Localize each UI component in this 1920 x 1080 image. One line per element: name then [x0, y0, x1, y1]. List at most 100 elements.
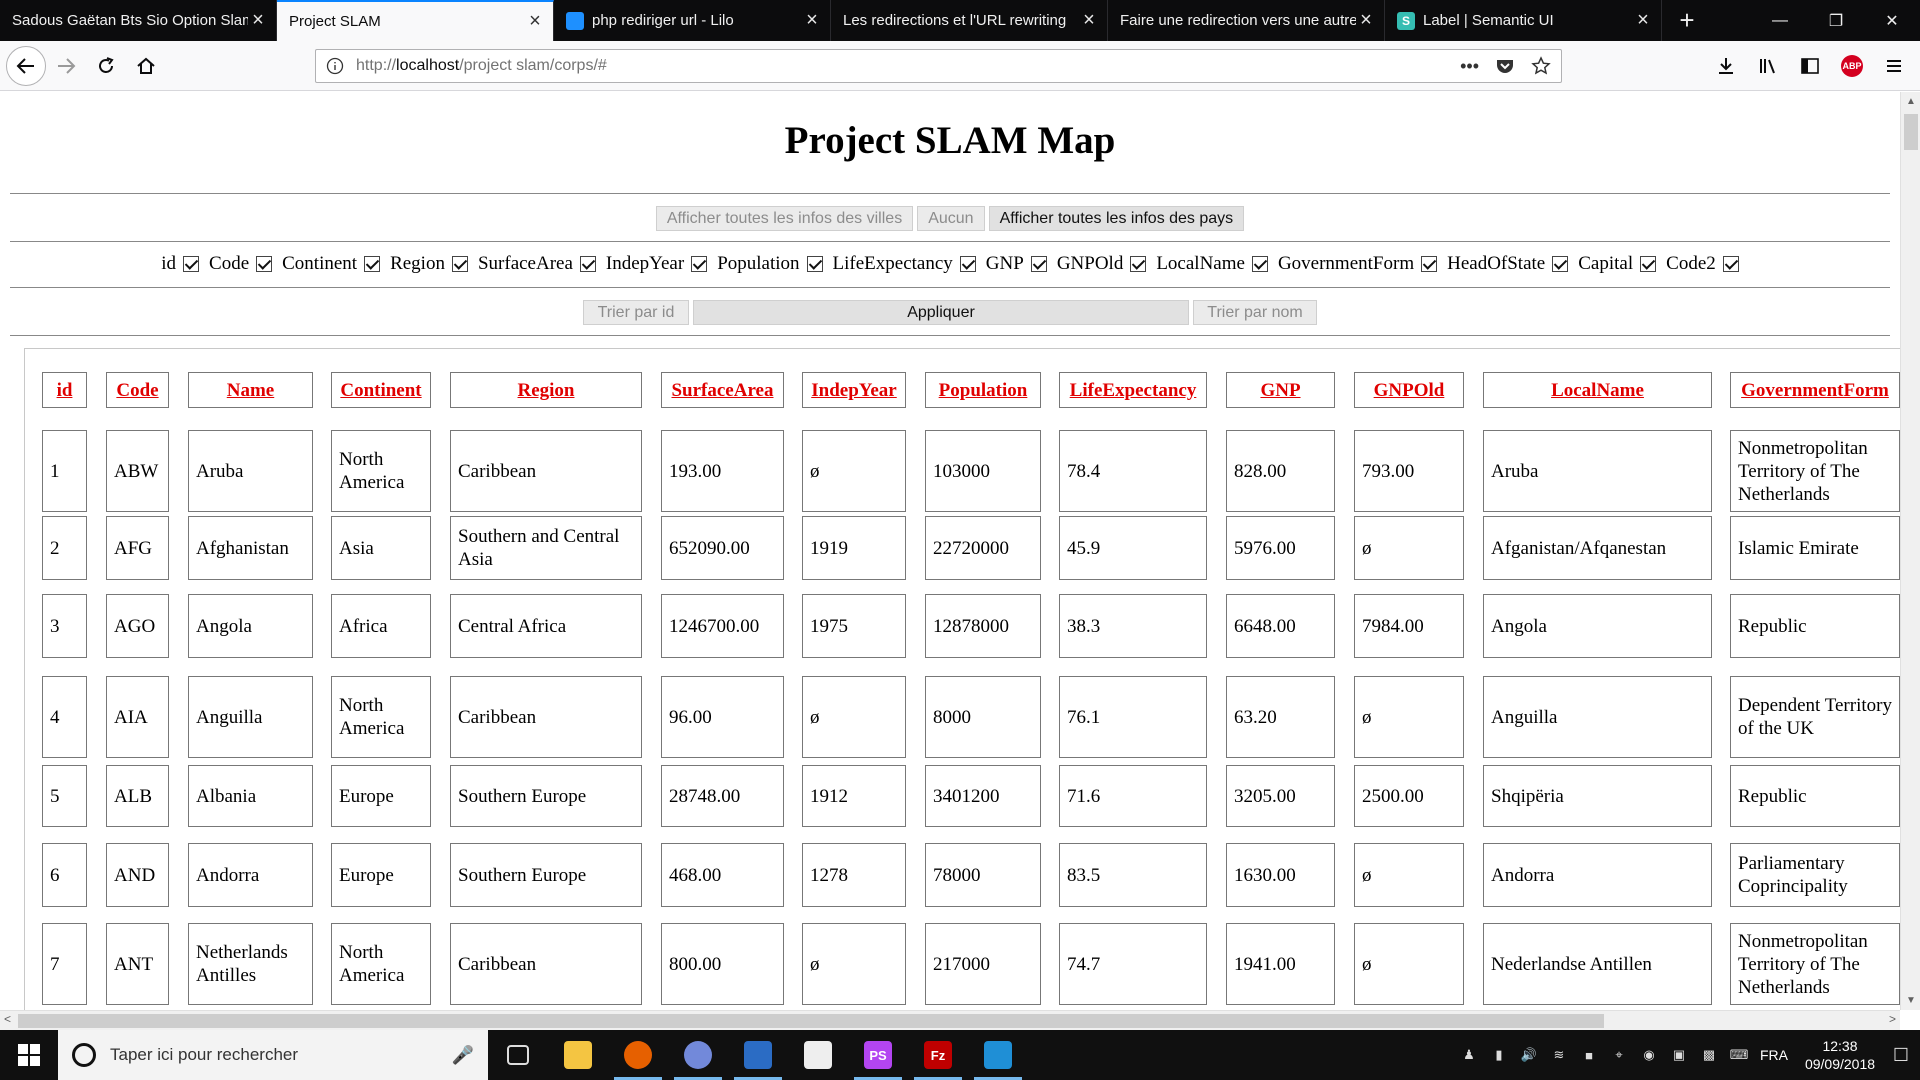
show-cities-button[interactable]: Afficher toutes les infos des villes [655, 206, 914, 231]
browser-tab[interactable]: Faire une redirection vers une autre × [1108, 0, 1385, 41]
adblock-button[interactable]: ABP [1836, 46, 1868, 86]
column-header-link[interactable]: GovernmentForm [1730, 372, 1900, 408]
taskbar-app[interactable] [968, 1030, 1028, 1080]
checkbox[interactable] [806, 256, 823, 272]
column-toggle[interactable]: Region [390, 253, 468, 275]
column-toggle[interactable]: Continent [282, 253, 381, 275]
checkbox[interactable] [959, 256, 976, 272]
bookmark-star-icon[interactable] [1531, 55, 1551, 76]
volume-icon[interactable]: 🔊 [1520, 1046, 1538, 1064]
nvidia-icon[interactable]: ▩ [1700, 1046, 1718, 1064]
taskbar-app[interactable] [668, 1030, 728, 1080]
menu-button[interactable] [1878, 46, 1910, 86]
column-toggle[interactable]: id [161, 253, 200, 275]
column-toggle[interactable]: Capital [1578, 253, 1657, 275]
downloads-button[interactable] [1710, 46, 1742, 86]
browser-tab[interactable]: Project SLAM × [277, 0, 554, 41]
checkbox[interactable] [1640, 256, 1657, 272]
checkbox[interactable] [691, 256, 708, 272]
horizontal-scroll-thumb[interactable] [18, 1014, 1604, 1028]
column-header-link[interactable]: LocalName [1483, 372, 1712, 408]
checkbox[interactable] [1421, 256, 1438, 272]
show-countries-button[interactable]: Afficher toutes les infos des pays [988, 206, 1245, 231]
taskbar-app[interactable]: Fz [908, 1030, 968, 1080]
checkbox[interactable] [1722, 256, 1739, 272]
microphone-icon[interactable]: 🎤 [452, 1045, 474, 1066]
sidebar-button[interactable] [1794, 46, 1826, 86]
tab-close-icon[interactable]: × [1356, 9, 1376, 32]
column-toggle[interactable]: GNP [986, 253, 1047, 275]
tab-close-icon[interactable]: × [1079, 9, 1099, 32]
none-button[interactable]: Aucun [917, 206, 985, 231]
scroll-up-icon[interactable]: ▲ [1901, 96, 1920, 107]
battery-icon[interactable]: ▮ [1490, 1046, 1508, 1064]
taskbar-app[interactable] [728, 1030, 788, 1080]
pocket-icon[interactable] [1495, 56, 1515, 76]
column-toggle[interactable]: GNPOld [1057, 253, 1147, 275]
taskbar-app[interactable] [548, 1030, 608, 1080]
language-indicator[interactable]: FRA [1760, 1047, 1788, 1063]
close-window-button[interactable]: ✕ [1864, 0, 1920, 41]
column-toggle[interactable]: SurfaceArea [478, 253, 596, 275]
taskbar-app[interactable] [608, 1030, 668, 1080]
column-header-link[interactable]: SurfaceArea [661, 372, 784, 408]
column-toggle[interactable]: HeadOfState [1447, 253, 1569, 275]
home-button[interactable] [126, 46, 166, 86]
checkbox[interactable] [183, 256, 200, 272]
sort-by-id-button[interactable]: Trier par id [583, 300, 689, 325]
back-button[interactable] [6, 45, 46, 86]
column-header-link[interactable]: IndepYear [802, 372, 906, 408]
antivirus-icon[interactable]: ◉ [1640, 1046, 1658, 1064]
column-header-link[interactable]: Continent [331, 372, 431, 408]
column-toggle[interactable]: Code [209, 253, 273, 275]
minimize-button[interactable]: — [1752, 0, 1808, 41]
taskbar-app[interactable] [488, 1030, 548, 1080]
column-toggle[interactable]: IndepYear [606, 253, 708, 275]
tab-close-icon[interactable]: × [1633, 9, 1653, 32]
scroll-right-icon[interactable]: > [1889, 1012, 1896, 1026]
network-icon[interactable]: ≋ [1550, 1046, 1568, 1064]
info-icon[interactable] [326, 57, 344, 75]
url-bar[interactable]: http://localhost/project slam/corps/# ••… [315, 49, 1562, 83]
browser-tab[interactable]: Les redirections et l'URL rewriting × [831, 0, 1108, 41]
sort-by-name-button[interactable]: Trier par nom [1193, 300, 1317, 325]
page-actions-icon[interactable]: ••• [1460, 56, 1479, 77]
vertical-scroll-thumb[interactable] [1904, 114, 1918, 150]
column-header-link[interactable]: Region [450, 372, 642, 408]
column-header-link[interactable]: Population [925, 372, 1041, 408]
tray-app-icon[interactable]: ▣ [1670, 1046, 1688, 1064]
browser-tab[interactable]: php rediriger url - Lilo × [554, 0, 831, 41]
horizontal-scrollbar[interactable]: < > [0, 1010, 1900, 1030]
apply-button[interactable]: Appliquer [693, 300, 1189, 325]
clock[interactable]: 12:38 09/09/2018 [1800, 1037, 1880, 1073]
forward-button[interactable] [46, 46, 86, 86]
taskbar-app[interactable]: PS [848, 1030, 908, 1080]
action-center-icon[interactable]: ☐ [1892, 1045, 1910, 1065]
browser-tab[interactable]: S Label | Semantic UI × [1385, 0, 1662, 41]
notification-app-icon[interactable]: ■ [1580, 1046, 1598, 1064]
column-header-link[interactable]: LifeExpectancy [1059, 372, 1207, 408]
scroll-left-icon[interactable]: < [4, 1012, 11, 1026]
tab-close-icon[interactable]: × [248, 9, 268, 32]
reload-button[interactable] [86, 46, 126, 86]
vertical-scrollbar[interactable]: ▲ ▼ [1900, 92, 1920, 1010]
checkbox[interactable] [1030, 256, 1047, 272]
column-header-link[interactable]: Name [188, 372, 313, 408]
tab-close-icon[interactable]: × [802, 9, 822, 32]
keyboard-icon[interactable]: ⌨ [1730, 1046, 1749, 1064]
library-button[interactable] [1752, 46, 1784, 86]
checkbox[interactable] [364, 256, 381, 272]
column-header-link[interactable]: id [42, 372, 87, 408]
checkbox[interactable] [256, 256, 273, 272]
column-toggle[interactable]: LifeExpectancy [833, 253, 976, 275]
checkbox[interactable] [451, 256, 468, 272]
column-toggle[interactable]: GovernmentForm [1278, 253, 1438, 275]
tab-close-icon[interactable]: × [525, 10, 545, 33]
scroll-down-icon[interactable]: ▼ [1901, 995, 1920, 1006]
start-button[interactable] [0, 1030, 58, 1080]
wifi-icon[interactable]: ⌖ [1610, 1046, 1628, 1064]
column-toggle[interactable]: LocalName [1156, 253, 1268, 275]
new-tab-button[interactable]: + [1662, 0, 1712, 41]
checkbox[interactable] [1251, 256, 1268, 272]
browser-tab[interactable]: Sadous Gaëtan Bts Sio Option Slam × [0, 0, 277, 41]
